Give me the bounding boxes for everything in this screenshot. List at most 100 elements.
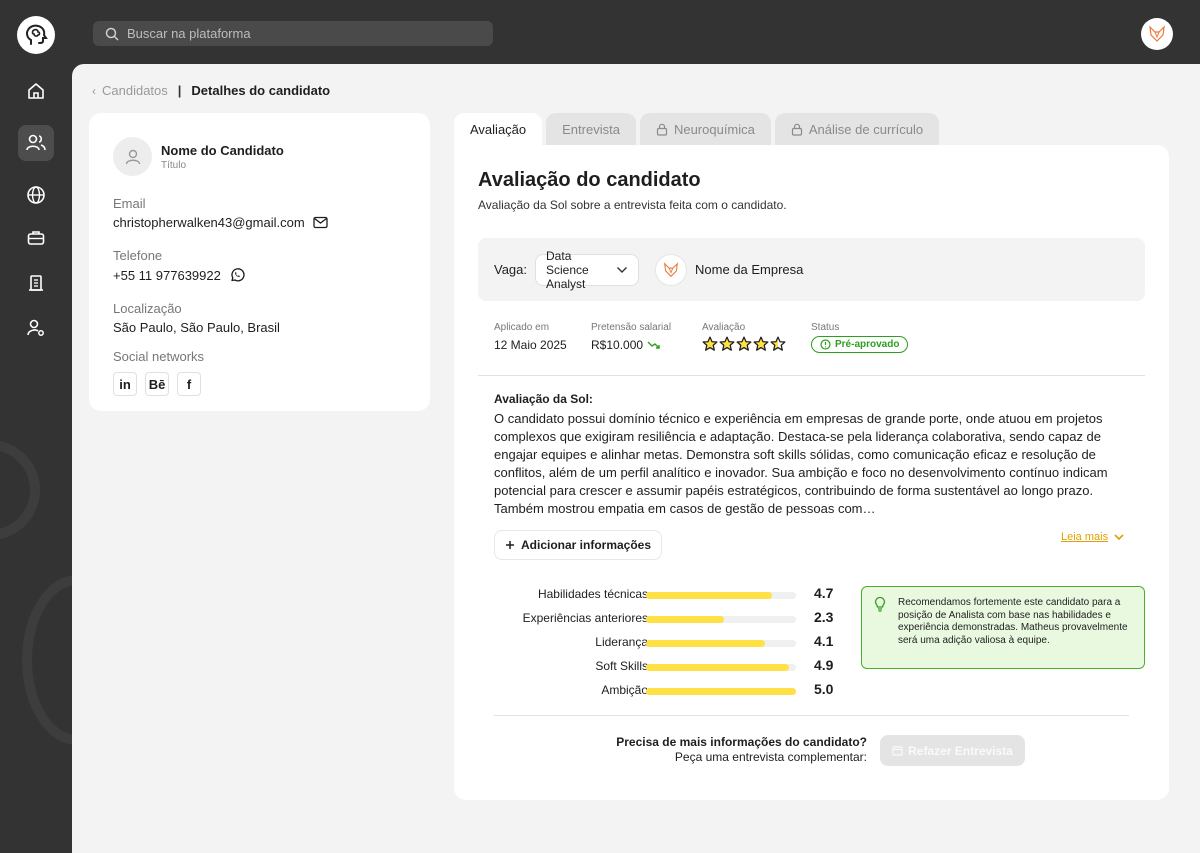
fox-logo-icon [663,261,679,277]
salary-label: Pretensão salarial [591,322,672,333]
phone-label: Telefone [113,248,163,263]
redo-interview-label: Refazer Entrevista [908,743,1013,758]
score-row: Ambição 5.0 [474,681,844,705]
score-bar-fill [646,640,765,647]
plus-icon [506,541,514,549]
divider [478,375,1145,376]
lightbulb-icon [874,597,886,612]
behance-icon[interactable]: Bē [145,372,169,396]
score-bar [646,616,796,623]
social-links: in Bē f [113,372,406,396]
score-row: Liderança 4.1 [474,633,844,657]
whatsapp-icon[interactable] [229,267,245,283]
breadcrumb: ‹ Candidatos | Detalhes do candidato [92,83,330,98]
star-icon [770,336,786,351]
score-bar [646,640,796,647]
company-name: Nome da Empresa [695,262,804,277]
chevron-left-icon[interactable]: ‹ [92,84,96,98]
search-icon [105,27,119,41]
read-more-link[interactable]: Leia mais [1061,531,1124,543]
vaga-box: Vaga: Data Science Analyst Nome da Empre… [478,238,1145,301]
social-label: Social networks [113,349,205,364]
calendar-icon [892,746,903,756]
score-label: Liderança [595,635,648,649]
fox-logo-icon [1149,25,1165,42]
email-row: christopherwalken43@gmail.com [113,215,406,230]
tab-label: Entrevista [562,122,620,137]
tab-label: Análise de currículo [808,122,924,137]
tab-label: Avaliação [470,122,527,137]
nav-globe[interactable] [18,177,54,213]
tab-label: Neuroquímica [673,122,755,137]
recommendation-text: Recomendamos fortemente este candidato p… [898,597,1128,646]
location-label: Localização [113,301,182,316]
nav-home[interactable] [18,73,54,109]
read-more-label: Leia mais [1061,531,1109,543]
star-icon [702,336,718,351]
breadcrumb-parent[interactable]: Candidatos [102,83,168,98]
chevron-down-icon [1114,533,1124,540]
status-value: Pré-aprovado [835,339,900,350]
score-label: Soft Skills [595,659,648,673]
evaluation-title: Avaliação do candidato [478,169,701,191]
breadcrumb-current: Detalhes do candidato [191,83,331,98]
candidate-name: Nome do Candidato [161,142,284,158]
user-avatar[interactable] [1141,18,1173,50]
divider [494,715,1129,716]
applied-meta: Aplicado em 12 Maio 2025 [494,322,567,352]
footer-question: Precisa de mais informações do candidato… [616,735,867,765]
tab-analise-curriculo[interactable]: Análise de currículo [774,113,940,146]
candidate-avatar [113,137,152,176]
score-value: 4.1 [814,633,834,649]
tab-avaliacao[interactable]: Avaliação [454,113,543,146]
email-label: Email [113,196,146,211]
candidate-card: Nome do Candidato Título Email christoph… [89,113,430,411]
nav-candidates[interactable] [18,125,54,161]
redo-interview-button[interactable]: Refazer Entrevista [880,735,1025,766]
add-info-button[interactable]: Adicionar informações [494,530,663,560]
phone-value: +55 11 977639922 [113,267,221,283]
recommendation-box: Recomendamos fortemente este candidato p… [861,586,1145,669]
tab-bar: Avaliação Entrevista Neuroquímica Anális… [454,113,940,146]
score-label: Habilidades técnicas [537,587,648,601]
candidate-title: Título [161,159,187,171]
nav-companies[interactable] [18,265,54,301]
mail-icon[interactable] [313,216,328,229]
footer-prompt-text: Peça uma entrevista complementar: [674,750,867,764]
score-bar-fill [646,616,724,623]
search-bar[interactable] [93,21,493,46]
score-label: Experiências anteriores [522,611,648,625]
score-row: Soft Skills 4.9 [474,657,844,681]
evaluation-panel: Avaliação do candidato Avaliação da Sol … [454,145,1169,800]
email-value: christopherwalken43@gmail.com [113,215,305,230]
status-badge: Pré-aprovado [811,336,909,353]
salary-value: R$10.000 [591,338,644,352]
tab-neuroquimica[interactable]: Neuroquímica [639,113,771,146]
search-input[interactable] [127,26,467,41]
score-value: 4.9 [814,657,834,673]
nav-user-settings[interactable] [18,310,54,346]
star-icon [719,336,735,351]
score-bar [646,688,796,695]
rating-label: Avaliação [702,322,746,333]
score-value: 4.7 [814,585,834,601]
candidate-header: Nome do Candidato Título [113,137,406,176]
vaga-select[interactable]: Data Science Analyst [535,249,640,291]
decorative-arc [22,575,72,745]
home-icon [28,83,44,99]
facebook-icon[interactable]: f [177,372,201,396]
sol-text: O candidato possui domínio técnico e exp… [494,411,1108,516]
evaluation-subtitle: Avaliação da Sol sobre a entrevista feit… [478,198,787,212]
score-bar-fill [646,664,789,671]
score-bar [646,592,796,599]
sidebar [0,0,72,853]
nav-jobs[interactable] [18,220,54,256]
brain-head-icon [26,24,48,45]
score-bar-fill [646,592,772,599]
tab-entrevista[interactable]: Entrevista [546,113,636,146]
score-bar [646,664,796,671]
app-logo[interactable] [17,16,55,54]
linkedin-icon[interactable]: in [113,372,137,396]
company: Nome da Empresa [655,253,804,286]
score-value: 2.3 [814,609,834,625]
